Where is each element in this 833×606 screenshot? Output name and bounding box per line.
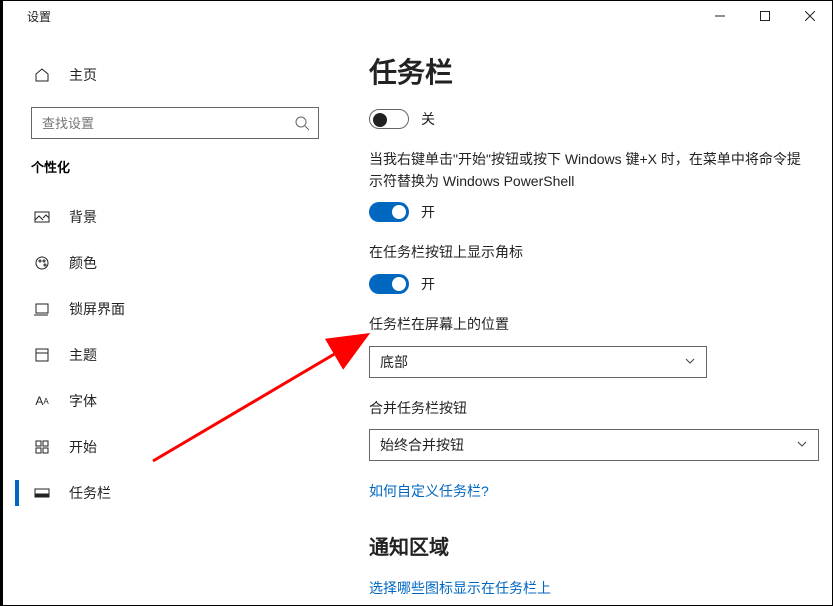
- help-link-block: 如何自定义任务栏?: [369, 481, 808, 501]
- taskbar-icon: [31, 485, 53, 501]
- theme-icon: [31, 347, 53, 363]
- dropdown-value: 底部: [380, 352, 408, 372]
- nav-item-label: 锁屏界面: [69, 299, 125, 319]
- toggle-label: 开: [421, 274, 435, 294]
- window-title: 设置: [15, 8, 51, 25]
- close-button[interactable]: [787, 1, 832, 31]
- nav-item-themes[interactable]: 主题: [15, 332, 334, 378]
- nav-item-start[interactable]: 开始: [15, 424, 334, 470]
- window-controls: [697, 1, 832, 31]
- settings-window: 设置 主页: [15, 1, 832, 605]
- setting-position: 任务栏在屏幕上的位置 底部: [369, 314, 808, 378]
- search-input[interactable]: [32, 108, 318, 138]
- nav-home[interactable]: 主页: [15, 55, 334, 95]
- window-body: 主页 个性化 背景 颜色: [15, 31, 832, 605]
- link-block: 选择哪些图标显示在任务栏上: [369, 578, 808, 598]
- dropdown-value: 始终合并按钮: [380, 435, 464, 455]
- chevron-down-icon: [796, 437, 808, 453]
- content-pane: 任务栏 关 当我右键单击"开始"按钮或按下 Windows 键+X 时，在菜单中…: [335, 31, 832, 605]
- setting-badges: 在任务栏按钮上显示角标 开: [369, 242, 808, 294]
- search-box[interactable]: [31, 107, 319, 139]
- nav-item-colors[interactable]: 颜色: [15, 240, 334, 286]
- nav-item-background[interactable]: 背景: [15, 194, 334, 240]
- home-icon: [31, 67, 53, 83]
- setting-desc: 当我右键单击"开始"按钮或按下 Windows 键+X 时，在菜单中将命令提示符…: [369, 149, 808, 192]
- nav-item-label: 任务栏: [69, 483, 111, 503]
- setting-desc: 在任务栏按钮上显示角标: [369, 242, 808, 264]
- toggle-label: 关: [421, 109, 435, 129]
- search-wrap: [15, 107, 334, 157]
- nav-item-label: 字体: [69, 391, 97, 411]
- link-select-icons[interactable]: 选择哪些图标显示在任务栏上: [369, 580, 551, 596]
- left-nav: 主页 个性化 背景 颜色: [15, 31, 335, 605]
- setting-desc: 任务栏在屏幕上的位置: [369, 314, 808, 336]
- picture-icon: [31, 209, 53, 225]
- setting-combine: 合并任务栏按钮 始终合并按钮: [369, 398, 808, 462]
- page-title: 任务栏: [369, 51, 808, 91]
- nav-item-fonts[interactable]: AA 字体: [15, 378, 334, 424]
- outer-frame: 设置 主页: [0, 0, 833, 606]
- link-customize-taskbar[interactable]: 如何自定义任务栏?: [369, 483, 489, 499]
- setting-powershell: 当我右键单击"开始"按钮或按下 Windows 键+X 时，在菜单中将命令提示符…: [369, 149, 808, 222]
- nav-item-lockscreen[interactable]: 锁屏界面: [15, 286, 334, 332]
- maximize-button[interactable]: [742, 1, 787, 31]
- subsection-title: 通知区域: [369, 531, 808, 560]
- chevron-down-icon: [684, 354, 696, 370]
- toggle-powershell[interactable]: [369, 202, 409, 222]
- toggle-badges[interactable]: [369, 274, 409, 294]
- toggle-unknown-off[interactable]: [369, 109, 409, 129]
- setting-toggle-off-block: 关: [369, 109, 808, 129]
- nav-home-label: 主页: [69, 65, 97, 85]
- nav-section-title: 个性化: [15, 157, 334, 194]
- minimize-button[interactable]: [697, 1, 742, 31]
- setting-desc: 合并任务栏按钮: [369, 398, 808, 420]
- toggle-label: 开: [421, 202, 435, 222]
- search-icon: [294, 115, 310, 136]
- dropdown-combine-buttons[interactable]: 始终合并按钮: [369, 429, 819, 461]
- startmenu-icon: [31, 439, 53, 455]
- nav-item-label: 主题: [69, 345, 97, 365]
- nav-item-label: 开始: [69, 437, 97, 457]
- palette-icon: [31, 255, 53, 271]
- title-bar: 设置: [15, 1, 832, 31]
- nav-item-label: 颜色: [69, 253, 97, 273]
- dropdown-taskbar-position[interactable]: 底部: [369, 346, 707, 378]
- font-icon: AA: [31, 394, 53, 408]
- lockscreen-icon: [31, 301, 53, 317]
- nav-item-taskbar[interactable]: 任务栏: [15, 470, 334, 516]
- nav-item-label: 背景: [69, 207, 97, 227]
